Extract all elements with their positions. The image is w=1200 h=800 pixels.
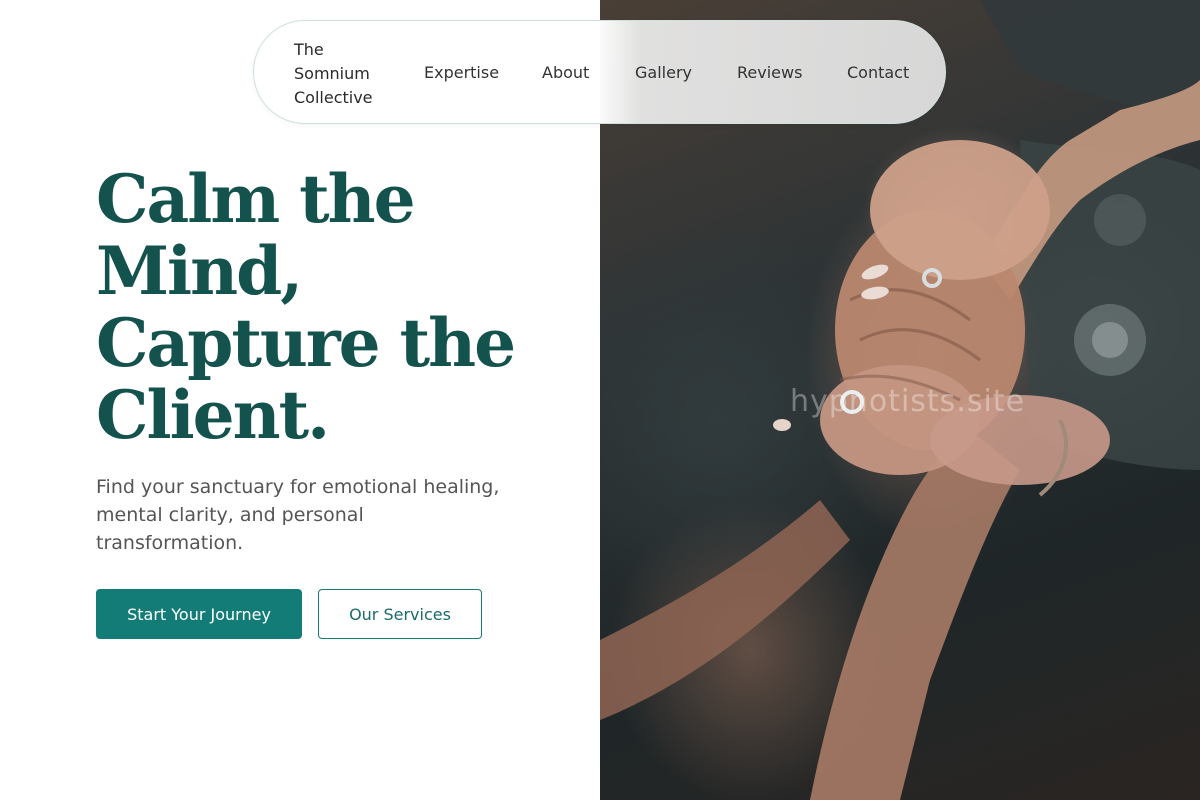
nav-item-about[interactable]: About — [542, 62, 589, 84]
top-nav: The Somnium Collective Expertise About G… — [253, 20, 946, 124]
nav-item-reviews[interactable]: Reviews — [737, 62, 802, 84]
start-journey-button[interactable]: Start Your Journey — [96, 589, 302, 639]
our-services-button[interactable]: Our Services — [318, 589, 482, 639]
nav-item-expertise[interactable]: Expertise — [424, 62, 499, 84]
watermark: hypnotists.site — [790, 384, 1026, 419]
hero-headline: Calm the Mind, Capture the Client. — [96, 160, 516, 454]
nav-item-gallery[interactable]: Gallery — [635, 62, 692, 84]
nav-item-contact[interactable]: Contact — [847, 62, 909, 84]
page: hypnotists.site The Somnium Collective E… — [0, 0, 1200, 800]
brand-logo[interactable]: The Somnium Collective — [294, 38, 384, 110]
hero-subtitle: Find your sanctuary for emotional healin… — [96, 476, 500, 554]
